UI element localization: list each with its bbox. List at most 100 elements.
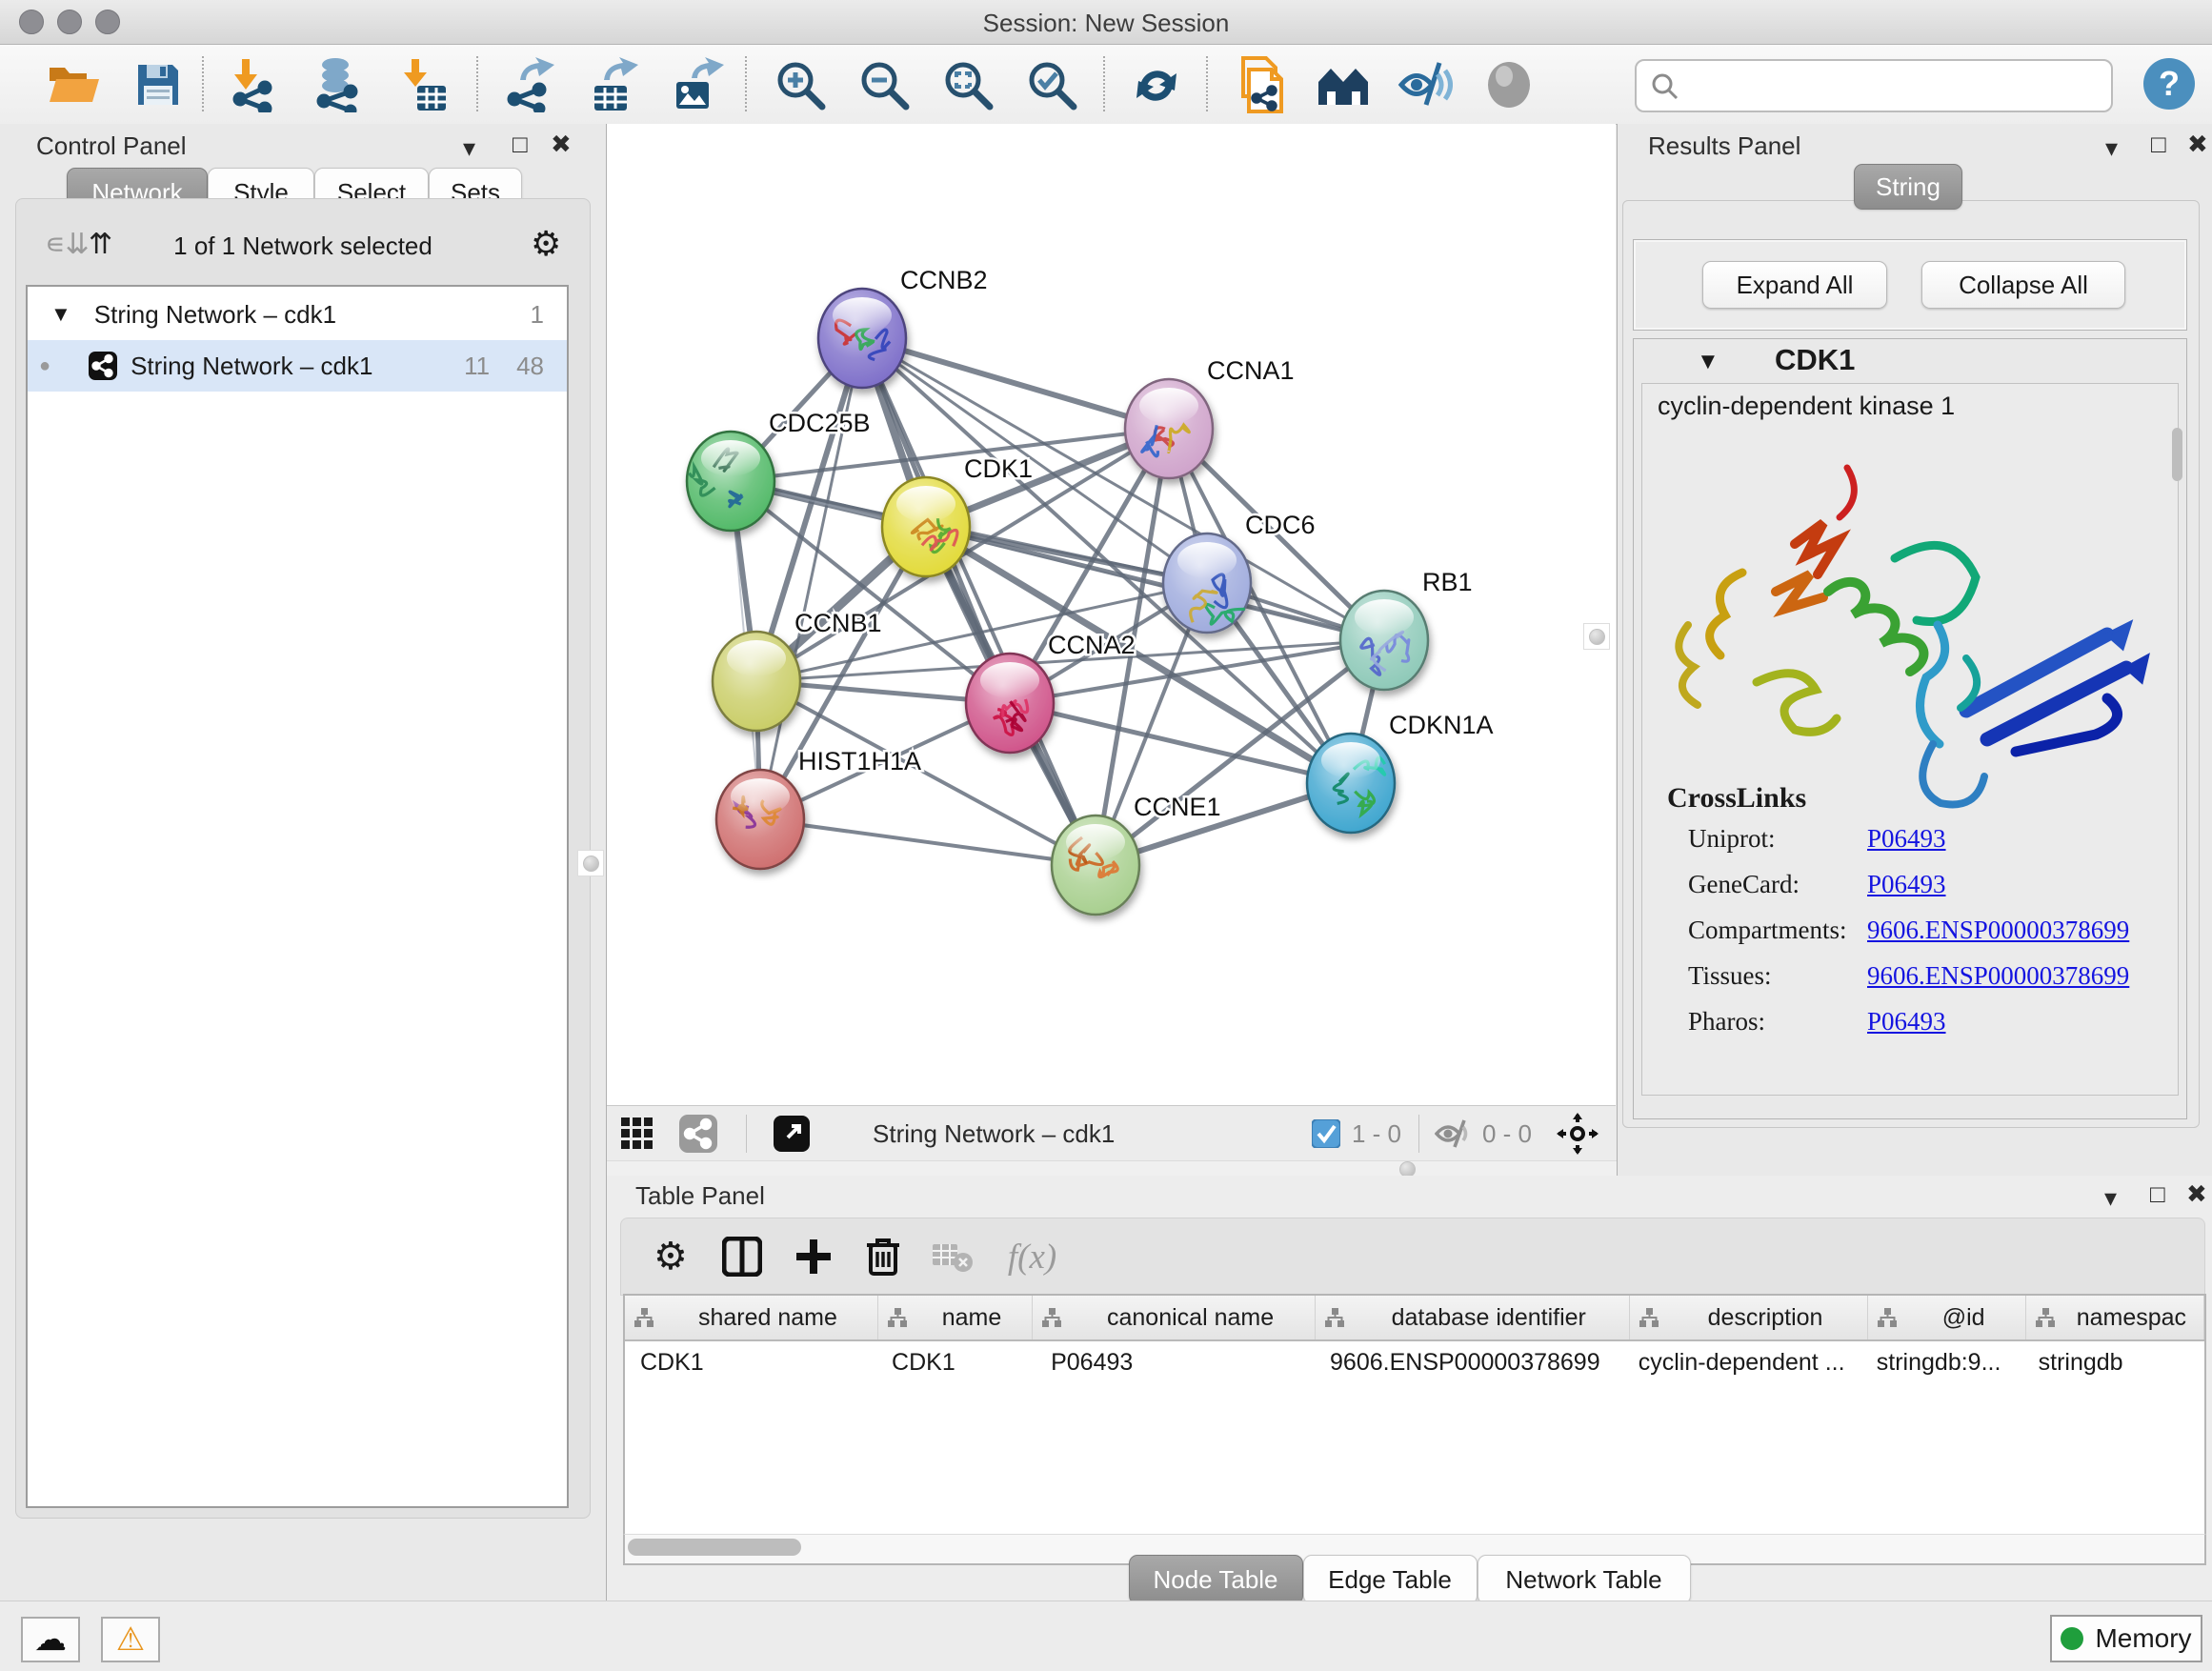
delete-table-icon[interactable] [932, 1240, 974, 1273]
column-header-shared-name[interactable]: shared name [625, 1296, 878, 1339]
table-cell[interactable]: cyclin-dependent ... [1623, 1349, 1861, 1377]
search-input[interactable] [1688, 66, 2111, 106]
table-cell[interactable]: P06493 [1036, 1349, 1315, 1377]
first-neighbors-icon[interactable] [1313, 58, 1374, 111]
tree-expander-icon[interactable]: ▼ [50, 302, 71, 327]
table-scrollbar-thumb[interactable] [628, 1539, 801, 1556]
table-cell[interactable]: stringdb:9... [1861, 1349, 2023, 1377]
column-header-namespac[interactable]: namespac [2026, 1296, 2204, 1339]
crosslink-value-link[interactable]: P06493 [1867, 824, 1946, 854]
import-network-from-database-icon[interactable] [307, 58, 368, 111]
tab-string[interactable]: String [1854, 164, 1962, 210]
graph-node-label: CDC6 [1245, 511, 1316, 539]
function-builder-icon[interactable]: f(x) [1008, 1237, 1056, 1278]
network-view[interactable]: CCNB2 CCNA1 CDC25B CDK1 CDC6 RB1 CCNB1 CCNA2 CDK… [607, 124, 1616, 1160]
net-toolbar-separator [746, 1115, 747, 1153]
results-scrollbar-thumb[interactable] [2172, 428, 2182, 481]
graph-node-label: CCNA2 [1048, 631, 1136, 659]
results-panel-menu-icon[interactable]: ▾ [2105, 135, 2118, 160]
network-view-toolbar: String Network – cdk1 1 - 0 0 - 0 [607, 1105, 1616, 1161]
network-status-dot: ● [39, 355, 50, 377]
graph-node-HIST1H1A[interactable]: HIST1H1A [716, 747, 921, 869]
birdseye-grid-icon[interactable] [620, 1117, 654, 1151]
tab-edge-table[interactable]: Edge Table [1303, 1555, 1478, 1604]
collection-count: 1 [531, 300, 544, 330]
graph-node-CCNA1[interactable]: CCNA1 [1125, 356, 1295, 478]
show-columns-icon[interactable] [722, 1237, 762, 1277]
table-panel-float-icon[interactable]: □ [2150, 1181, 2165, 1206]
crosslink-value-link[interactable]: P06493 [1867, 1007, 1946, 1037]
graph-node-CDC6[interactable]: CDC6 [1163, 511, 1316, 633]
network-share-icon[interactable] [679, 1115, 717, 1153]
zoom-in-icon[interactable] [770, 58, 831, 111]
crosslink-value-link[interactable]: 9606.ENSP00000378699 [1867, 961, 2129, 991]
results-panel-close-icon[interactable]: ✖ [2187, 131, 2208, 156]
export-image-icon[interactable] [667, 58, 728, 111]
zoom-out-icon[interactable] [854, 58, 915, 111]
graph-node-CDKN1A[interactable]: CDKN1A [1307, 711, 1494, 833]
import-network-from-file-icon[interactable] [223, 58, 284, 111]
hide-selected-icon[interactable] [1395, 58, 1456, 111]
card-expander-icon[interactable]: ▼ [1697, 349, 1719, 375]
table-options-gear-icon[interactable]: ⚙ [654, 1238, 688, 1276]
open-session-icon[interactable] [44, 58, 105, 111]
export-table-icon[interactable] [583, 58, 644, 111]
memory-button[interactable]: Memory [2050, 1615, 2202, 1662]
network-graph[interactable]: CCNB2 CCNA1 CDC25B CDK1 CDC6 RB1 CCNB1 CCNA2 CDK… [607, 124, 1616, 1105]
show-all-icon[interactable] [1478, 58, 1539, 111]
network-collection-row[interactable]: ▼ String Network – cdk1 1 [28, 289, 567, 340]
fit-selected-crosshair-icon[interactable] [1557, 1113, 1599, 1155]
right-splitter-handle[interactable] [1583, 623, 1610, 650]
control-panel-menu-icon[interactable]: ▾ [463, 135, 475, 160]
crosslink-row: Pharos:P06493 [1688, 1007, 2164, 1037]
network-options-gear-icon[interactable]: ⚙ [531, 224, 561, 264]
crosslink-value-link[interactable]: 9606.ENSP00000378699 [1867, 916, 2129, 945]
help-icon[interactable]: ? [2143, 58, 2195, 110]
delete-column-icon[interactable] [865, 1236, 901, 1278]
tab-network-table[interactable]: Network Table [1478, 1555, 1691, 1604]
control-panel-close-icon[interactable]: ✖ [551, 131, 572, 156]
graph-node-label: CCNB2 [900, 266, 988, 294]
control-panel-float-icon[interactable]: □ [513, 131, 528, 156]
table-row[interactable]: CDK1CDK1P064939606.ENSP00000378699cyclin… [625, 1341, 2204, 1383]
results-panel-title: Results Panel [1648, 131, 1800, 161]
table-cell[interactable]: CDK1 [625, 1349, 876, 1377]
table-cell[interactable]: stringdb [2023, 1349, 2204, 1377]
table-panel-close-icon[interactable]: ✖ [2186, 1181, 2207, 1206]
expand-all-button[interactable]: Expand All [1702, 261, 1887, 309]
zoom-fit-icon[interactable] [937, 58, 998, 111]
cloud-status-button[interactable]: ☁ [21, 1617, 80, 1662]
left-splitter-handle[interactable] [577, 850, 604, 876]
refresh-view-icon[interactable] [1126, 58, 1187, 111]
results-panel-float-icon[interactable]: □ [2151, 131, 2166, 156]
column-header--id[interactable]: @id [1868, 1296, 2025, 1339]
save-session-icon[interactable] [128, 58, 189, 111]
graph-node-CCNE1[interactable]: CCNE1 [1052, 793, 1221, 915]
table-panel-menu-icon[interactable]: ▾ [2104, 1185, 2117, 1210]
export-network-icon[interactable] [499, 58, 560, 111]
graph-node-label: CDK1 [964, 454, 1033, 483]
column-header-name[interactable]: name [878, 1296, 1033, 1339]
graph-node-CCNB1[interactable]: CCNB1 [713, 609, 882, 731]
collapse-all-button[interactable]: Collapse All [1921, 261, 2125, 309]
import-table-from-file-icon[interactable] [392, 58, 453, 111]
add-column-icon[interactable] [794, 1238, 833, 1276]
selected-checkbox-icon[interactable] [1312, 1119, 1340, 1148]
column-header-canonical-name[interactable]: canonical name [1033, 1296, 1316, 1339]
table-cell[interactable]: 9606.ENSP00000378699 [1315, 1349, 1623, 1377]
graph-node-label: CCNA1 [1207, 356, 1295, 385]
graph-node-RB1[interactable]: RB1 [1340, 568, 1473, 690]
warnings-button[interactable]: ⚠ [101, 1617, 160, 1662]
tab-node-table[interactable]: Node Table [1129, 1555, 1303, 1604]
hidden-eye-icon[interactable] [1435, 1118, 1471, 1149]
crosslink-value-link[interactable]: P06493 [1867, 870, 1946, 899]
column-header-database-identifier[interactable]: database identifier [1316, 1296, 1630, 1339]
toolbar-search-field[interactable] [1635, 59, 2113, 112]
zoom-selected-icon[interactable] [1021, 58, 1082, 111]
new-network-from-selection-icon[interactable] [1231, 58, 1292, 111]
network-row[interactable]: ● String Network – cdk1 11 48 [28, 340, 567, 392]
open-in-window-icon[interactable] [774, 1116, 810, 1152]
column-header-description[interactable]: description [1630, 1296, 1869, 1339]
graph-node-CDC25B[interactable]: CDC25B [687, 409, 871, 531]
table-cell[interactable]: CDK1 [876, 1349, 1036, 1377]
